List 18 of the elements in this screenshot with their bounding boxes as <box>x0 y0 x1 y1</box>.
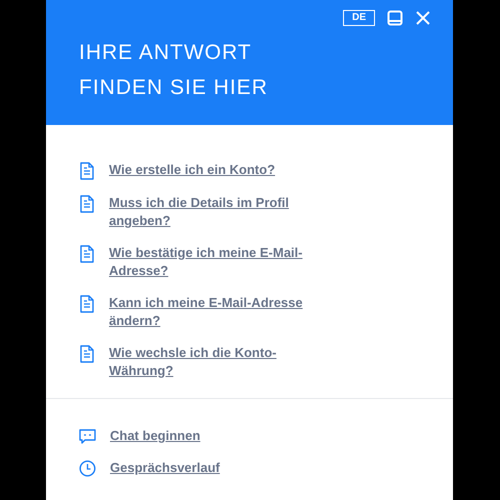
panel-title: IHRE ANTWORT FINDEN SIE HIER <box>78 40 269 101</box>
document-icon <box>79 295 95 313</box>
chat-bubble-icon <box>79 428 96 444</box>
faq-link[interactable]: Muss ich die Details im Profil angeben? <box>109 194 329 230</box>
clock-icon <box>79 460 96 476</box>
start-chat-link[interactable]: Chat beginnen <box>110 427 200 445</box>
document-icon <box>79 162 95 180</box>
history-link[interactable]: Gesprächsverlauf <box>110 459 220 477</box>
minimize-icon[interactable] <box>387 10 403 26</box>
document-icon <box>79 195 95 213</box>
faq-link[interactable]: Wie erstelle ich ein Konto? <box>109 161 329 179</box>
faq-link[interactable]: Wie bestätige ich meine E-Mail-Adresse? <box>109 244 329 280</box>
document-icon <box>79 345 95 363</box>
document-icon <box>79 245 95 263</box>
close-icon[interactable] <box>415 10 431 26</box>
faq-link[interactable]: Kann ich meine E-Mail-Adresse ändern? <box>109 294 329 330</box>
faq-link[interactable]: Wie wechsle ich die Konto-Währung? <box>109 344 329 380</box>
language-button[interactable]: DE <box>343 10 375 26</box>
